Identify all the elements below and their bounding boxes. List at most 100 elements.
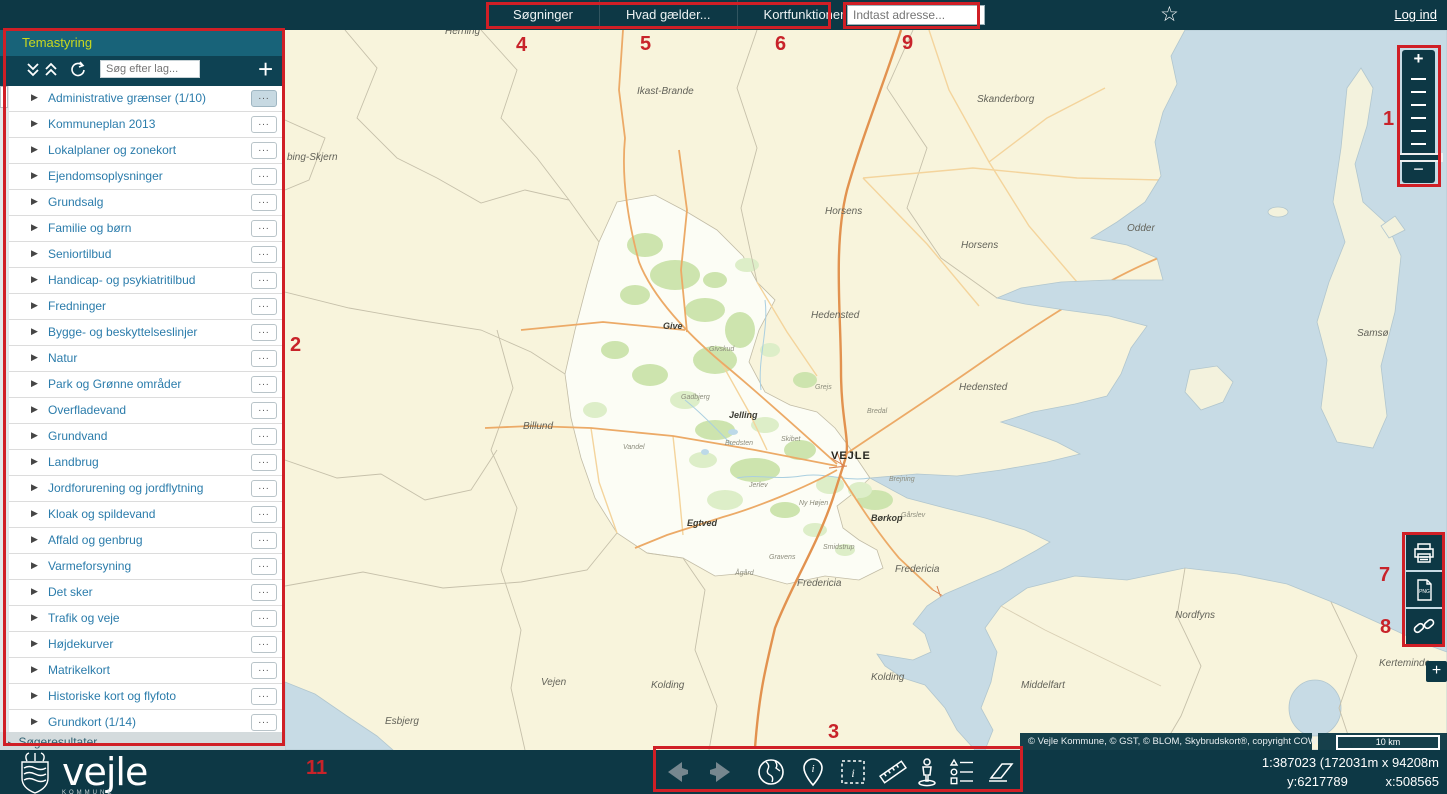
layer-row[interactable]: ▶Ejendomsoplysninger... xyxy=(9,164,285,190)
layer-expander-icon[interactable]: ▶ xyxy=(31,274,38,285)
address-search-input[interactable] xyxy=(847,5,985,25)
layer-label[interactable]: Overfladevand xyxy=(48,403,126,417)
favorite-star-icon[interactable]: ☆ xyxy=(1160,2,1179,27)
zoom-level-tick[interactable] xyxy=(1411,91,1426,93)
layer-label[interactable]: Ejendomsoplysninger xyxy=(48,169,163,183)
expand-map-button[interactable]: + xyxy=(1426,661,1447,682)
layer-row[interactable]: ▶Bygge- og beskyttelseslinjer... xyxy=(9,320,285,346)
layer-expander-icon[interactable]: ▶ xyxy=(31,222,38,233)
layer-row[interactable]: ▶Park og Grønne områder... xyxy=(9,372,285,398)
layer-menu-button[interactable]: ... xyxy=(251,220,277,237)
layer-row[interactable]: ▶Det sker... xyxy=(9,580,285,606)
layer-menu-button[interactable]: ... xyxy=(251,168,277,185)
layer-label[interactable]: Landbrug xyxy=(48,455,99,469)
layer-expander-icon[interactable]: ▶ xyxy=(31,326,38,337)
layer-row[interactable]: ▶ Varmeforsyning... xyxy=(9,554,285,580)
layer-menu-button[interactable]: ... xyxy=(251,376,277,393)
layer-expander-icon[interactable]: ▶ xyxy=(31,534,38,545)
layer-row[interactable]: ▶Grundvand... xyxy=(9,424,285,450)
scrollbar-thumb[interactable] xyxy=(0,86,8,108)
layer-menu-button[interactable]: ... xyxy=(251,324,277,341)
zoom-level-tick[interactable] xyxy=(1411,117,1426,119)
layer-menu-button[interactable]: ... xyxy=(251,688,277,705)
layer-menu-button[interactable]: ... xyxy=(251,116,277,133)
layer-menu-button[interactable]: ... xyxy=(251,558,277,575)
zoom-in-button[interactable]: + xyxy=(1402,50,1435,67)
history-forward-button[interactable] xyxy=(704,755,738,789)
layer-label[interactable]: Matrikelkort xyxy=(48,663,110,677)
layer-row[interactable]: ▶Administrative grænser (1/10)... xyxy=(9,86,285,112)
layer-search-input[interactable] xyxy=(100,60,200,78)
layer-row[interactable]: ▶Grundsalg... xyxy=(9,190,285,216)
layer-expander-icon[interactable]: ▶ xyxy=(31,352,38,363)
layer-menu-button[interactable]: ... xyxy=(251,636,277,653)
layer-label[interactable]: Jordforurening og jordflytning xyxy=(48,481,203,495)
export-png-button[interactable]: PNG xyxy=(1406,572,1442,607)
layer-expander-icon[interactable]: ▶ xyxy=(31,560,38,571)
layer-expander-icon[interactable]: ▶ xyxy=(31,612,38,623)
layer-row[interactable]: ▶ Trafik og veje... xyxy=(9,606,285,632)
layer-menu-button[interactable]: ... xyxy=(251,480,277,497)
legend-button[interactable] xyxy=(944,755,978,789)
history-back-button[interactable] xyxy=(660,755,694,789)
layer-expander-icon[interactable]: ▶ xyxy=(31,430,38,441)
layer-menu-button[interactable]: ... xyxy=(251,532,277,549)
layer-label[interactable]: Grundkort (1/14) xyxy=(48,715,136,729)
layer-expander-icon[interactable]: ▶ xyxy=(31,92,38,103)
layer-menu-button[interactable]: ... xyxy=(251,454,277,471)
layer-menu-button[interactable]: ... xyxy=(251,298,277,315)
layer-expander-icon[interactable]: ▶ xyxy=(31,586,38,597)
layer-expander-icon[interactable]: ▶ xyxy=(31,248,38,259)
street-view-button[interactable] xyxy=(910,755,944,789)
share-link-button[interactable] xyxy=(1406,609,1442,644)
layer-expander-icon[interactable]: ▶ xyxy=(31,482,38,493)
layer-expander-icon[interactable]: ▶ xyxy=(31,300,38,311)
layer-menu-button[interactable]: ... xyxy=(251,662,277,679)
layer-label[interactable]: Grundsalg xyxy=(48,195,103,209)
layer-label[interactable]: Højdekurver xyxy=(48,637,113,651)
layer-menu-button[interactable]: ... xyxy=(251,506,277,523)
zoom-level-tick[interactable] xyxy=(1411,78,1426,80)
layer-label[interactable]: Historiske kort og flyfoto xyxy=(48,689,176,703)
info-area-select-button[interactable]: i xyxy=(836,755,870,789)
layer-row[interactable]: ▶Natur... xyxy=(9,346,285,372)
layer-row[interactable]: ▶Overfladevand... xyxy=(9,398,285,424)
layer-menu-button[interactable]: ... xyxy=(251,610,277,627)
layer-expander-icon[interactable]: ▶ xyxy=(31,196,38,207)
layer-row[interactable]: ▶ Højdekurver... xyxy=(9,632,285,658)
layer-row[interactable]: ▶Handicap- og psykiatritilbud... xyxy=(9,268,285,294)
erase-button[interactable] xyxy=(984,755,1018,789)
layer-menu-button[interactable]: ... xyxy=(251,246,277,263)
layer-label[interactable]: Varmeforsyning xyxy=(48,559,131,573)
layer-expander-icon[interactable]: ▶ xyxy=(31,664,38,675)
layer-menu-button[interactable]: ... xyxy=(251,714,277,731)
layer-menu-button[interactable]: ... xyxy=(251,350,277,367)
layer-row[interactable]: ▶Affald og genbrug... xyxy=(9,528,285,554)
zoom-level-tick[interactable] xyxy=(1411,130,1426,132)
expand-all-button[interactable] xyxy=(42,60,60,80)
refresh-layers-button[interactable] xyxy=(68,60,88,82)
layer-expander-icon[interactable]: ▶ xyxy=(31,716,38,727)
layer-label[interactable]: Lokalplaner og zonekort xyxy=(48,143,176,157)
menu-item-2[interactable]: Hvad gælder... xyxy=(599,0,737,30)
collapse-all-button[interactable] xyxy=(24,60,42,80)
layer-scrollbar[interactable] xyxy=(0,86,9,732)
layer-menu-button[interactable]: ... xyxy=(251,272,277,289)
search-results-bar[interactable]: ▸Søgeresultater xyxy=(0,732,285,752)
info-point-button[interactable]: i xyxy=(796,755,830,789)
layer-row[interactable]: ▶ Jordforurening og jordflytning... xyxy=(9,476,285,502)
layer-expander-icon[interactable]: ▶ xyxy=(31,638,38,649)
layer-row[interactable]: ▶Kommuneplan 2013... xyxy=(9,112,285,138)
full-extent-button[interactable] xyxy=(754,755,788,789)
layer-label[interactable]: Grundvand xyxy=(48,429,107,443)
layer-expander-icon[interactable]: ▶ xyxy=(31,690,38,701)
layer-row[interactable]: ▶Fredninger... xyxy=(9,294,285,320)
layer-menu-button[interactable]: ... xyxy=(251,584,277,601)
layer-menu-button[interactable]: ... xyxy=(251,402,277,419)
zoom-level-tick[interactable] xyxy=(1411,104,1426,106)
layer-row[interactable]: ▶ Grundkort (1/14)... xyxy=(9,710,285,732)
layer-expander-icon[interactable]: ▶ xyxy=(31,118,38,129)
map-canvas[interactable]: Herningbing-SkjernIkast-BrandeSkanderbor… xyxy=(285,30,1447,750)
layer-label[interactable]: Trafik og veje xyxy=(48,611,120,625)
menu-item-1[interactable]: Søgninger xyxy=(487,0,599,30)
